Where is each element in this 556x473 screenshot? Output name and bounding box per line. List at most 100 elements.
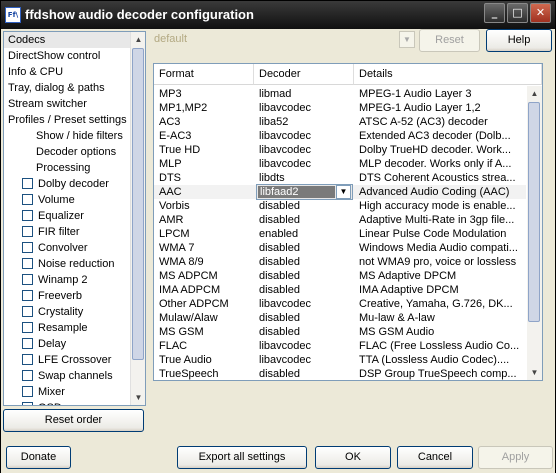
decoder-select[interactable]: libfaad2 ▼ <box>256 184 353 200</box>
donate-button[interactable]: Donate <box>6 446 71 469</box>
decoder-cell[interactable]: libmad <box>254 87 354 101</box>
tree-item[interactable]: Show / hide filters <box>4 128 131 144</box>
table-row[interactable]: E-AC3 libavcodec Extended AC3 decoder (Dol… <box>154 129 526 143</box>
table-row[interactable]: True Audio libavcodec TTA (Lossless Audio … <box>154 353 526 367</box>
filter-enable-checkbox[interactable] <box>22 386 33 397</box>
table-scrollbar[interactable]: ▲ ▼ <box>527 86 542 380</box>
table-row[interactable]: MLP libavcodec MLP decoder. Works only if … <box>154 157 526 171</box>
decoder-cell[interactable]: liba52 <box>254 115 354 129</box>
tree-item[interactable]: Profiles / Preset settings <box>4 112 131 128</box>
decoder-cell[interactable]: libavcodec <box>254 101 354 115</box>
table-row[interactable]: Mulaw/Alaw disabled Mu-law & A-law <box>154 311 526 325</box>
table-row[interactable]: MP1,MP2 libavcodec MPEG-1 Audio Layer 1,2 <box>154 101 526 115</box>
decoder-cell[interactable]: disabled <box>254 255 354 269</box>
table-row[interactable]: IMA ADPCM disabled IMA Adaptive DPCM <box>154 283 526 297</box>
table-row[interactable]: DTS libdts DTS Coherent Acoustics strea... <box>154 171 526 185</box>
column-header-decoder[interactable]: Decoder <box>254 64 354 85</box>
decoder-cell[interactable]: libavcodec <box>254 297 354 311</box>
settings-tree[interactable]: Codecs DirectShow control Info & CPU Tray, … <box>3 31 146 406</box>
table-row[interactable]: Other ADPCM libavcodec Creative, Yamaha, G… <box>154 297 526 311</box>
tree-item[interactable]: Convolver <box>4 240 131 256</box>
tree-item[interactable]: Tray, dialog & paths <box>4 80 131 96</box>
table-row[interactable]: AAC libfaad2 ▼ Advanced Audio Coding (AAC) <box>154 184 526 200</box>
filter-enable-checkbox[interactable] <box>22 354 33 365</box>
table-row[interactable]: LPCM enabled Linear Pulse Code Modulation <box>154 227 526 241</box>
filter-enable-checkbox[interactable] <box>22 258 33 269</box>
tree-item[interactable]: Processing <box>4 160 131 176</box>
scroll-up-arrow-icon[interactable]: ▲ <box>131 32 145 47</box>
cancel-button[interactable]: Cancel <box>397 446 473 469</box>
close-button[interactable]: ✕ <box>530 3 551 23</box>
decoder-cell[interactable]: disabled <box>254 367 354 380</box>
table-row[interactable]: AC3 liba52 ATSC A-52 (AC3) decoder <box>154 115 526 129</box>
maximize-button[interactable]: □ <box>507 3 528 23</box>
filter-enable-checkbox[interactable] <box>22 194 33 205</box>
filter-enable-checkbox[interactable] <box>22 370 33 381</box>
column-header-details[interactable]: Details <box>354 64 542 85</box>
table-row[interactable]: FLAC libavcodec FLAC (Free Lossless Audio … <box>154 339 526 353</box>
tree-item[interactable]: Swap channels <box>4 368 131 384</box>
tree-item[interactable]: Equalizer <box>4 208 131 224</box>
export-all-settings-button[interactable]: Export all settings <box>177 446 307 469</box>
table-row[interactable]: True HD libavcodec Dolby TrueHD decoder. W… <box>154 143 526 157</box>
tree-item[interactable]: Delay <box>4 336 131 352</box>
decoder-cell[interactable]: disabled <box>254 241 354 255</box>
table-row[interactable]: AMR disabled Adaptive Multi-Rate in 3gp fi… <box>154 213 526 227</box>
tree-item[interactable]: LFE Crossover <box>4 352 131 368</box>
title-bar[interactable]: Ff\ ffdshow audio decoder configuration … <box>1 1 555 29</box>
tree-item[interactable]: Crystality <box>4 304 131 320</box>
codecs-table[interactable]: Format Decoder Details MP3 libmad MPEG-1 A… <box>153 63 543 381</box>
tree-item[interactable]: Mixer <box>4 384 131 400</box>
tree-item[interactable]: Volume <box>4 192 131 208</box>
filter-enable-checkbox[interactable] <box>22 242 33 253</box>
filter-enable-checkbox[interactable] <box>22 178 33 189</box>
table-row[interactable]: Vorbis disabled High accuracy mode is enab… <box>154 199 526 213</box>
filter-enable-checkbox[interactable] <box>22 290 33 301</box>
scroll-thumb[interactable] <box>132 48 144 360</box>
filter-enable-checkbox[interactable] <box>22 306 33 317</box>
help-button[interactable]: Help <box>486 29 552 52</box>
tree-item[interactable]: Dolby decoder <box>4 176 131 192</box>
tree-item[interactable]: DirectShow control <box>4 48 131 64</box>
tree-item[interactable]: Stream switcher <box>4 96 131 112</box>
minimize-button[interactable]: _ <box>484 3 505 23</box>
tree-item[interactable]: OSD <box>4 400 131 405</box>
ok-button[interactable]: OK <box>315 446 391 469</box>
scroll-up-arrow-icon[interactable]: ▲ <box>527 86 542 101</box>
table-row[interactable]: MS ADPCM disabled MS Adaptive DPCM <box>154 269 526 283</box>
tree-item[interactable]: Freeverb <box>4 288 131 304</box>
tree-item[interactable]: Resample <box>4 320 131 336</box>
table-row[interactable]: MS GSM disabled MS GSM Audio <box>154 325 526 339</box>
decoder-cell[interactable]: disabled <box>254 199 354 213</box>
dropdown-arrow-icon[interactable]: ▼ <box>336 185 351 199</box>
tree-item[interactable]: Winamp 2 <box>4 272 131 288</box>
column-header-format[interactable]: Format <box>154 64 254 85</box>
decoder-cell[interactable]: libavcodec <box>254 339 354 353</box>
tree-item[interactable]: FIR filter <box>4 224 131 240</box>
filter-enable-checkbox[interactable] <box>22 226 33 237</box>
scroll-down-arrow-icon[interactable]: ▼ <box>527 365 542 380</box>
tree-item[interactable]: Noise reduction <box>4 256 131 272</box>
filter-enable-checkbox[interactable] <box>22 322 33 333</box>
table-row[interactable]: WMA 7 disabled Windows Media Audio compati… <box>154 241 526 255</box>
filter-enable-checkbox[interactable] <box>22 210 33 221</box>
decoder-cell[interactable]: libavcodec <box>254 129 354 143</box>
table-row[interactable]: WMA 8/9 disabled not WMA9 pro, voice or lo… <box>154 255 526 269</box>
decoder-cell[interactable]: libavcodec <box>254 143 354 157</box>
decoder-cell[interactable]: libavcodec <box>254 353 354 367</box>
filter-enable-checkbox[interactable] <box>22 402 33 405</box>
table-row[interactable]: MP3 libmad MPEG-1 Audio Layer 3 <box>154 87 526 101</box>
decoder-cell[interactable]: disabled <box>254 325 354 339</box>
scroll-down-arrow-icon[interactable]: ▼ <box>131 390 145 405</box>
filter-enable-checkbox[interactable] <box>22 338 33 349</box>
decoder-cell[interactable]: libdts <box>254 171 354 185</box>
tree-item[interactable]: Decoder options <box>4 144 131 160</box>
decoder-cell[interactable]: disabled <box>254 283 354 297</box>
filter-enable-checkbox[interactable] <box>22 274 33 285</box>
decoder-cell[interactable]: disabled <box>254 311 354 325</box>
scroll-thumb[interactable] <box>528 102 540 322</box>
tree-item[interactable]: Codecs <box>4 32 131 48</box>
decoder-cell[interactable]: disabled <box>254 269 354 283</box>
decoder-cell[interactable]: libavcodec <box>254 157 354 171</box>
decoder-cell[interactable]: enabled <box>254 227 354 241</box>
